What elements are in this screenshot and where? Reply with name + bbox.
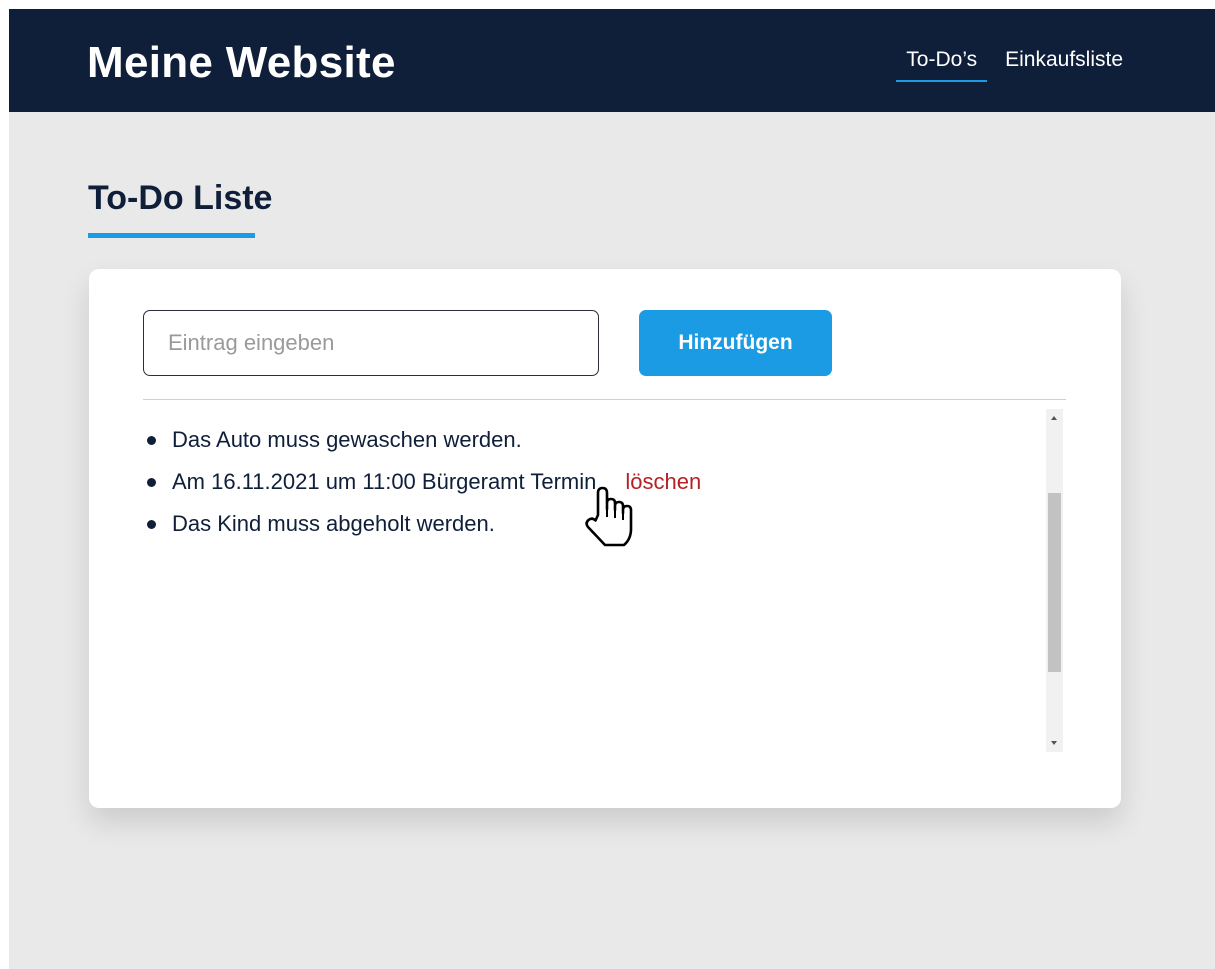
bullet-icon [147, 478, 156, 487]
divider [143, 399, 1066, 400]
todo-text: Das Kind muss abgeholt werden. [172, 511, 495, 536]
site-brand[interactable]: Meine Website [87, 37, 396, 89]
todo-card: Hinzufügen Das Auto muss gewaschen werde… [89, 269, 1121, 808]
title-underline [88, 233, 255, 238]
scroll-up-icon[interactable] [1051, 416, 1057, 420]
bullet-icon [147, 520, 156, 529]
page-frame: Meine Website To-Do’s Einkaufsliste To-D… [9, 9, 1215, 969]
todo-list: Das Auto muss gewaschen werden. Am 16.11… [143, 419, 1038, 545]
site-header: Meine Website To-Do’s Einkaufsliste [9, 9, 1215, 112]
delete-link[interactable]: löschen [625, 469, 701, 494]
todo-item: Das Auto muss gewaschen werden. [143, 419, 1038, 461]
main-nav: To-Do’s Einkaufsliste [896, 47, 1123, 82]
scroll-down-icon[interactable] [1051, 741, 1057, 745]
scrollbar-thumb[interactable] [1048, 493, 1061, 672]
nav-link-einkaufsliste[interactable]: Einkaufsliste [1005, 47, 1123, 73]
bullet-icon [147, 436, 156, 445]
list-scrollbar[interactable] [1046, 409, 1063, 752]
page-title: To-Do Liste [88, 179, 273, 217]
todo-item: Das Kind muss abgeholt werden. [143, 503, 1038, 545]
add-button[interactable]: Hinzufügen [639, 310, 832, 376]
nav-link-todos[interactable]: To-Do’s [896, 47, 987, 82]
entry-input[interactable] [143, 310, 599, 376]
todo-item: Am 16.11.2021 um 11:00 Bürgeramt Termin l… [143, 461, 1038, 503]
todo-text: Am 16.11.2021 um 11:00 Bürgeramt Termin [172, 469, 597, 494]
todo-text: Das Auto muss gewaschen werden. [172, 427, 522, 452]
